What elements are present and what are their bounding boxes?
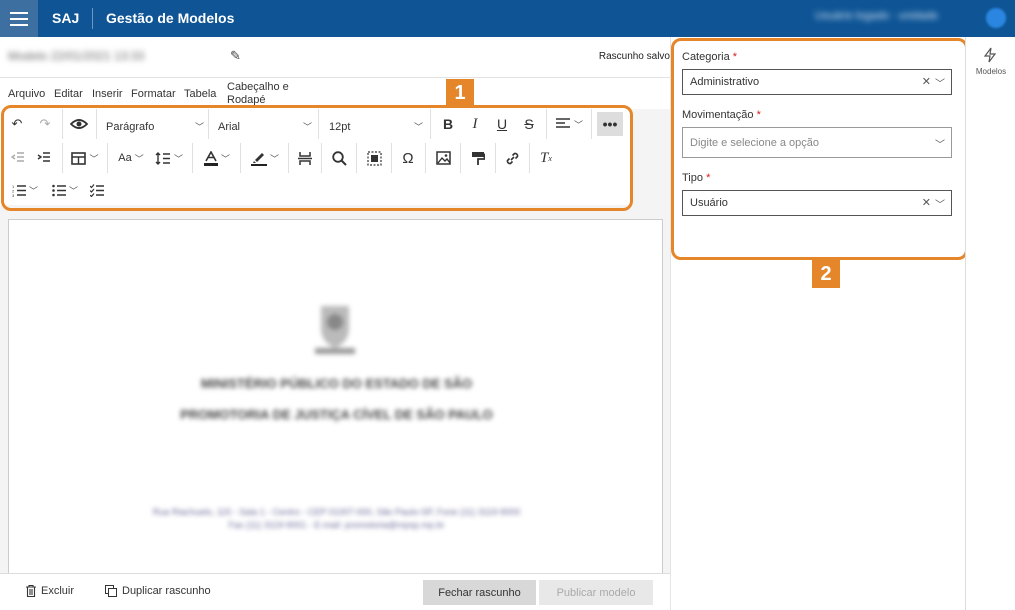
annotation-number-2: 2 bbox=[812, 260, 840, 288]
properties-panel: Categoria * Administrativo ✕ ﹀ Movimenta… bbox=[670, 37, 968, 610]
delete-button[interactable]: Excluir bbox=[26, 585, 74, 597]
lightning-icon[interactable] bbox=[983, 47, 997, 67]
delete-label: Excluir bbox=[41, 585, 75, 597]
menu-cabecalho-rodape[interactable]: Cabeçalho e Rodapé bbox=[227, 81, 297, 107]
copy-icon bbox=[105, 585, 117, 597]
user-info[interactable]: Usuário logado · unidade bbox=[815, 10, 938, 22]
bottom-action-bar: Excluir Duplicar rascunho Fechar rascunh… bbox=[0, 573, 670, 610]
toolbar-highlight-box bbox=[1, 105, 633, 211]
app-title: Gestão de Modelos bbox=[106, 10, 235, 26]
avatar[interactable] bbox=[986, 8, 1006, 28]
address-line-2: Fax (11) 3119-9001 - E-mail: promotoria@… bbox=[228, 520, 445, 530]
menu-editar[interactable]: Editar bbox=[54, 88, 83, 100]
department-line: PROMOTORIA DE JUSTIÇA CÍVEL DE SÃO PAULO bbox=[180, 407, 493, 422]
document-name: Modelo 22/01/2021 13:33 bbox=[8, 49, 145, 63]
menu-formatar[interactable]: Formatar bbox=[131, 88, 176, 100]
institution-line: MINISTÉRIO PÚBLICO DO ESTADO DE SÃO bbox=[200, 376, 473, 391]
editor-area: Modelo 22/01/2021 13:33 ✎ Rascunho salvo… bbox=[0, 37, 670, 610]
menu-tabela[interactable]: Tabela bbox=[184, 88, 216, 100]
modelos-label[interactable]: Modelos bbox=[966, 67, 1015, 76]
menu-icon[interactable] bbox=[0, 0, 38, 37]
duplicate-label: Duplicar rascunho bbox=[122, 585, 211, 597]
panel-highlight-box bbox=[671, 38, 968, 260]
coat-of-arms-logo bbox=[311, 298, 359, 358]
document-page[interactable]: MINISTÉRIO PÚBLICO DO ESTADO DE SÃO PROM… bbox=[8, 219, 663, 610]
top-bar: SAJ Gestão de Modelos Usuário logado · u… bbox=[0, 0, 1015, 37]
edit-name-icon[interactable]: ✎ bbox=[230, 48, 241, 64]
brand-logo: SAJ bbox=[52, 10, 80, 26]
trash-icon bbox=[26, 585, 36, 597]
publish-button[interactable]: Publicar modelo bbox=[539, 580, 653, 605]
draft-status: Rascunho salvo bbox=[598, 51, 670, 62]
menu-arquivo[interactable]: Arquivo bbox=[8, 88, 45, 100]
annotation-number-1: 1 bbox=[446, 79, 474, 107]
right-rail: Modelos bbox=[965, 37, 1015, 610]
document-title-bar: Modelo 22/01/2021 13:33 ✎ Rascunho salvo bbox=[0, 37, 670, 77]
address-line-1: Rua Riachuelo, 115 - Sala 1 - Centro - C… bbox=[152, 507, 521, 517]
duplicate-button[interactable]: Duplicar rascunho bbox=[105, 585, 211, 597]
divider bbox=[92, 8, 93, 29]
menu-inserir[interactable]: Inserir bbox=[92, 88, 123, 100]
close-draft-button[interactable]: Fechar rascunho bbox=[423, 580, 536, 605]
